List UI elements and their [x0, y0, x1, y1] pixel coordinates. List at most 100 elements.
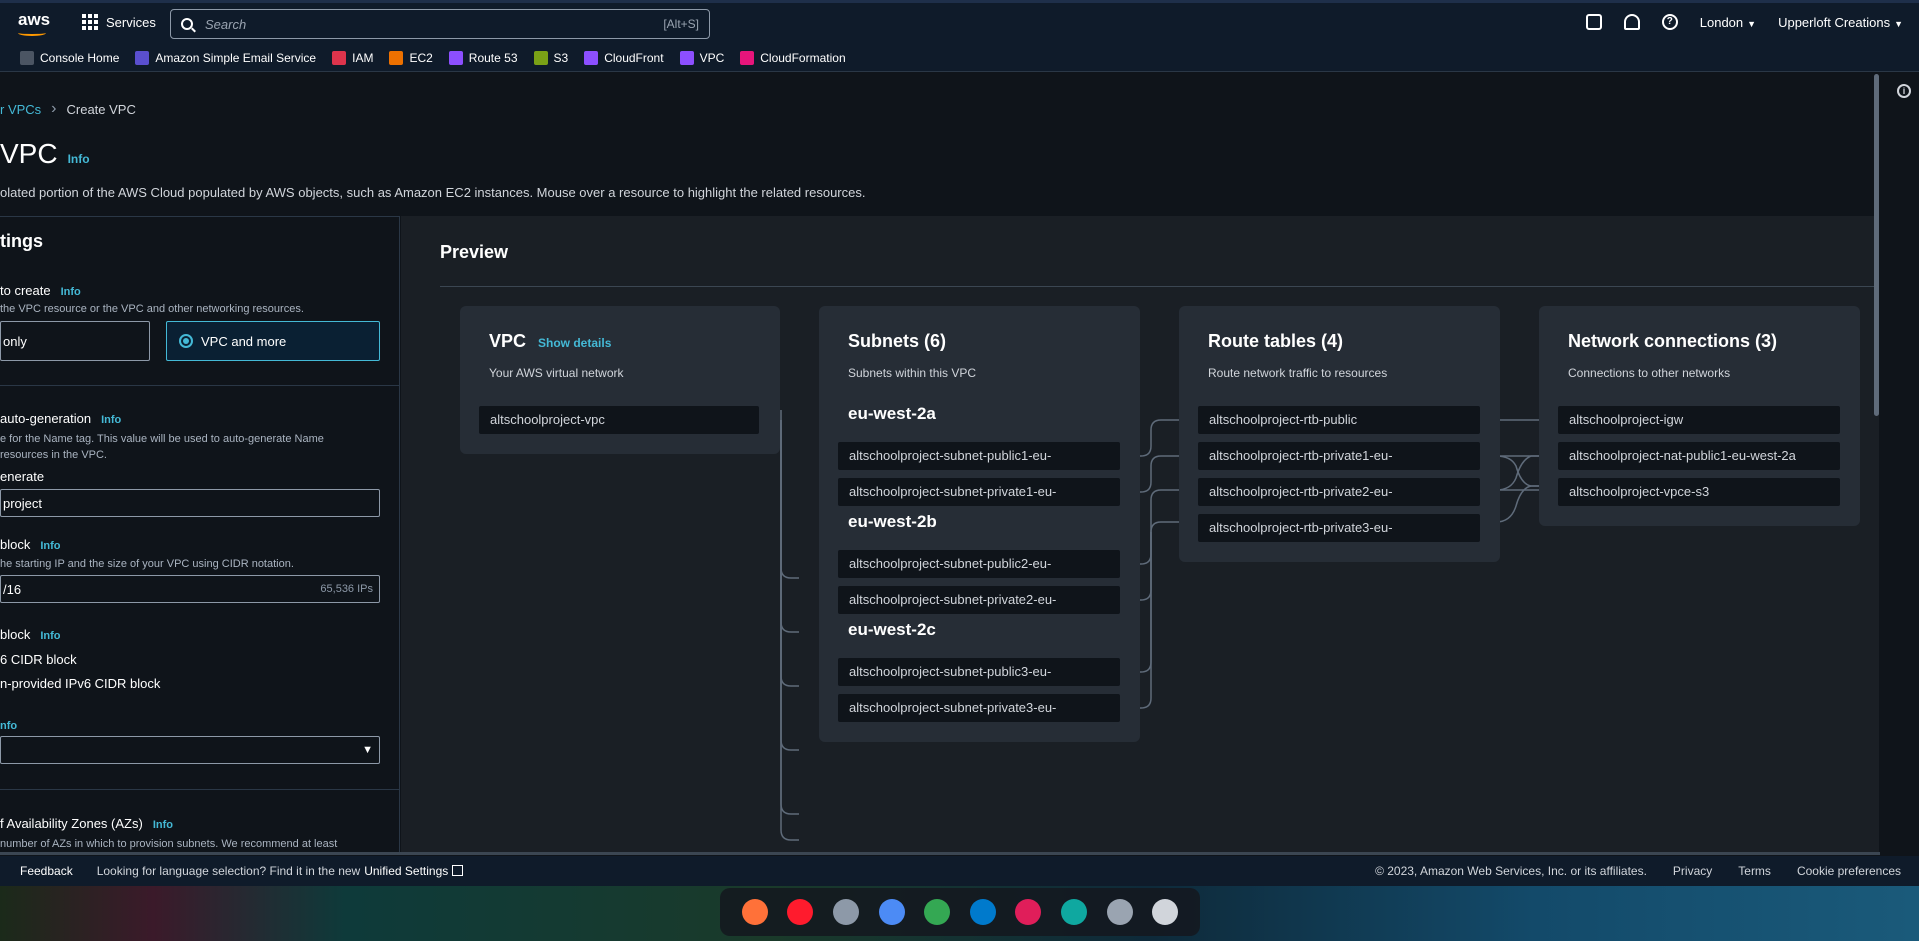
ipv4-info-link[interactable]: Info	[40, 540, 60, 552]
privacy-link[interactable]: Privacy	[1673, 864, 1712, 878]
files-icon[interactable]	[832, 899, 859, 925]
page-info-link[interactable]: Info	[68, 152, 90, 166]
feedback-link[interactable]: Feedback	[20, 864, 73, 878]
account-menu[interactable]: Upperloft Creations ▼	[1778, 15, 1903, 30]
search-shortcut: [Alt+S]	[663, 17, 699, 31]
radio-selected-icon	[179, 334, 193, 348]
favorite-label: VPC	[699, 50, 725, 65]
ipv6-option-none[interactable]: 6 CIDR block	[0, 652, 77, 667]
services-menu-button[interactable]: Services	[82, 14, 156, 30]
terms-link[interactable]: Terms	[1738, 864, 1771, 878]
connection-node[interactable]: altschoolproject-igw	[1558, 406, 1840, 434]
autogen-info-link[interactable]: Info	[101, 414, 121, 426]
ipv4-cidr-input[interactable]: /16 65,536 IPs	[0, 575, 380, 603]
vpc-node[interactable]: altschoolproject-vpc	[479, 406, 759, 434]
favorite-label: CloudFormation	[760, 50, 846, 65]
cloudshell-icon[interactable]	[1585, 14, 1602, 30]
app-grid-icon[interactable]	[1152, 899, 1179, 925]
resources-info-link[interactable]: Info	[61, 286, 81, 298]
service-icon	[584, 50, 599, 65]
route-tables-card-subtitle: Route network traffic to resources	[1208, 366, 1388, 380]
console-footer: Feedback Looking for language selection?…	[0, 856, 1919, 886]
favorite-link[interactable]: VPC	[679, 50, 725, 65]
chevron-down-icon: ▼	[1747, 18, 1757, 29]
subnets-card: Subnets (6) Subnets within this VPC eu-w…	[819, 306, 1140, 742]
vpc-card: VPC Show details Your AWS virtual network…	[460, 306, 780, 454]
search-input[interactable]	[205, 16, 664, 32]
subnet-node[interactable]: altschoolproject-subnet-private2-eu-	[838, 586, 1120, 614]
unified-settings-link[interactable]: Unified Settings	[364, 864, 464, 878]
route-table-node[interactable]: altschoolproject-rtb-private2-eu-	[1198, 478, 1480, 506]
favorite-link[interactable]: IAM	[332, 50, 373, 65]
breadcrumb-your-vpcs[interactable]: r VPCs	[0, 102, 41, 117]
region-selector[interactable]: London ▼	[1700, 15, 1756, 30]
firefox-icon[interactable]	[741, 899, 768, 925]
search-icon	[181, 18, 193, 30]
tenancy-label: nfo	[0, 717, 17, 732]
aws-logo[interactable]: aws	[18, 10, 50, 36]
az-info-link[interactable]: Info	[153, 819, 173, 831]
vpc-and-more-option[interactable]: VPC and more	[166, 321, 380, 361]
help-icon[interactable]: ?	[1661, 14, 1678, 30]
route-table-node[interactable]: altschoolproject-rtb-private1-eu-	[1198, 442, 1480, 470]
show-details-link[interactable]: Show details	[538, 336, 611, 350]
service-icon	[332, 50, 347, 65]
language-notice: Looking for language selection? Find it …	[96, 864, 361, 878]
connections-card-subtitle: Connections to other networks	[1568, 366, 1731, 380]
service-icon	[740, 50, 755, 65]
favorite-link[interactable]: Route 53	[448, 50, 518, 65]
favorite-link[interactable]: S3	[533, 50, 568, 65]
favorite-link[interactable]: Console Home	[20, 50, 119, 65]
favorite-link[interactable]: CloudFront	[584, 50, 664, 65]
cookie-preferences-link[interactable]: Cookie preferences	[1797, 864, 1901, 878]
page-title: VPC Info	[0, 138, 90, 170]
resources-label: to create Info	[0, 283, 81, 298]
ipv6-info-link[interactable]: Info	[40, 630, 60, 642]
ipv6-option-amazon[interactable]: n-provided IPv6 CIDR block	[0, 676, 160, 691]
name-tag-input[interactable]: project	[0, 489, 380, 517]
ipv4-ip-count: 65,536 IPs	[320, 583, 373, 595]
service-icon	[448, 50, 463, 65]
name-autogen-label: auto-generation Info	[0, 411, 122, 426]
trash-icon[interactable]	[1106, 899, 1133, 925]
chevron-down-icon: ▼	[1894, 18, 1903, 29]
search-bar[interactable]: [Alt+S]	[170, 9, 710, 39]
app-dock	[720, 888, 1200, 936]
autogen-checkbox-label[interactable]: enerate	[0, 469, 44, 484]
favorite-link[interactable]: CloudFormation	[740, 50, 846, 65]
vpc-only-option[interactable]: only	[0, 321, 150, 361]
notifications-bell-icon[interactable]	[1623, 14, 1640, 30]
tenancy-info-link[interactable]: nfo	[0, 720, 17, 732]
slack-icon[interactable]	[1015, 899, 1042, 925]
favorite-link[interactable]: Amazon Simple Email Service	[135, 50, 316, 65]
subnet-node[interactable]: altschoolproject-subnet-public3-eu-	[838, 658, 1120, 686]
vertical-scrollbar[interactable]	[1874, 74, 1879, 416]
subnet-node[interactable]: altschoolproject-subnet-public1-eu-	[838, 442, 1120, 470]
az-header: eu-west-2b	[848, 512, 937, 531]
subnet-node[interactable]: altschoolproject-subnet-private3-eu-	[838, 694, 1120, 722]
connection-node[interactable]: altschoolproject-nat-public1-eu-west-2a	[1558, 442, 1840, 470]
tenancy-select[interactable]: ▼	[0, 736, 380, 764]
page-title-text: VPC	[0, 138, 58, 169]
vpc-card-subtitle: Your AWS virtual network	[489, 366, 624, 380]
info-panel-icon[interactable]: i	[1897, 84, 1911, 98]
favorite-link[interactable]: EC2	[389, 50, 433, 65]
autogen-help: e for the Name tag. This value will be u…	[0, 433, 324, 461]
vscode-icon[interactable]	[969, 899, 996, 925]
resources-help: the VPC resource or the VPC and other ne…	[0, 303, 304, 315]
horizontal-scrollbar[interactable]	[0, 852, 1880, 855]
favorite-label: Route 53	[468, 50, 518, 65]
chrome-icon[interactable]	[924, 899, 951, 925]
subnet-node[interactable]: altschoolproject-subnet-private1-eu-	[838, 478, 1120, 506]
external-link-icon	[452, 865, 464, 876]
breadcrumb: r VPCs › Create VPC	[0, 100, 136, 118]
connection-node[interactable]: altschoolproject-vpce-s3	[1558, 478, 1840, 506]
edge-icon[interactable]	[1060, 899, 1087, 925]
az-help: number of AZs in which to provision subn…	[0, 838, 338, 850]
subnet-node[interactable]: altschoolproject-subnet-public2-eu-	[838, 550, 1120, 578]
opera-icon[interactable]	[787, 899, 814, 925]
subnets-card-subtitle: Subnets within this VPC	[848, 366, 977, 380]
route-table-node[interactable]: altschoolproject-rtb-private3-eu-	[1198, 514, 1480, 542]
route-table-node[interactable]: altschoolproject-rtb-public	[1198, 406, 1480, 434]
chromium-icon[interactable]	[878, 899, 905, 925]
